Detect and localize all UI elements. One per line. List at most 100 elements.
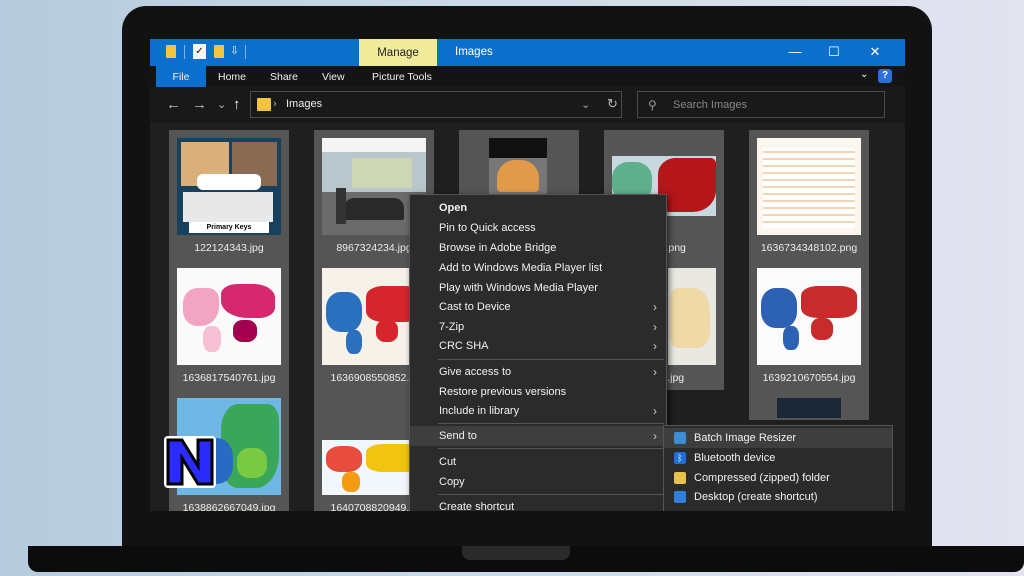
menu-item-adobe-bridge[interactable]: Browse in Adobe Bridge bbox=[410, 238, 666, 258]
folder-icon bbox=[257, 98, 271, 111]
ribbon-expand-icon[interactable]: ⌄ bbox=[860, 69, 868, 80]
menu-item-label: Give access to bbox=[439, 366, 512, 378]
file-tile[interactable] bbox=[749, 390, 869, 420]
image-thumbnail bbox=[177, 268, 281, 365]
tab-view[interactable]: View bbox=[322, 66, 345, 87]
thumbnail-caption: Primary Keys bbox=[189, 222, 269, 233]
menu-item-cast-to-device[interactable]: Cast to Device › bbox=[410, 297, 666, 317]
menu-item-send-to[interactable]: Send to › bbox=[410, 426, 666, 446]
help-icon[interactable]: ? bbox=[878, 69, 892, 83]
customize-toolbar-icon[interactable]: ⇩ bbox=[230, 44, 239, 57]
close-button[interactable]: ✕ bbox=[860, 42, 890, 62]
file-name: 1638862667049.jpg bbox=[182, 502, 276, 511]
image-thumbnail bbox=[757, 138, 861, 235]
menu-item-give-access[interactable]: Give access to › bbox=[410, 362, 666, 382]
tab-home[interactable]: Home bbox=[218, 66, 246, 87]
laptop-notch bbox=[462, 546, 570, 560]
chevron-right-icon: › bbox=[273, 98, 277, 110]
menu-item-add-wmp-list[interactable]: Add to Windows Media Player list bbox=[410, 258, 666, 278]
forward-button[interactable]: → bbox=[192, 96, 207, 113]
menu-divider bbox=[438, 359, 664, 360]
file-tile[interactable]: 1639210670554.jpg bbox=[749, 260, 869, 390]
search-input[interactable]: ⚲ Search Images bbox=[637, 91, 885, 118]
submenu-item-label: Compressed (zipped) folder bbox=[694, 472, 830, 484]
menu-divider bbox=[438, 448, 664, 449]
menu-divider bbox=[438, 423, 664, 424]
send-to-submenu: Batch Image Resizer ᛒ Bluetooth device Co… bbox=[663, 425, 893, 511]
new-folder-icon[interactable] bbox=[214, 45, 224, 58]
menu-item-restore-versions[interactable]: Restore previous versions bbox=[410, 382, 666, 402]
image-thumbnail: Primary Keys bbox=[177, 138, 281, 235]
address-row: ← → ⌄ ↑ › Images ⌄ ↻ ⚲ Search Images bbox=[150, 87, 905, 123]
channel-logo bbox=[164, 436, 216, 488]
properties-check-icon[interactable]: ✓ bbox=[193, 44, 206, 59]
minimize-button[interactable]: — bbox=[780, 42, 810, 62]
chevron-right-icon: › bbox=[653, 339, 657, 353]
menu-item-copy[interactable]: Copy bbox=[410, 472, 666, 492]
menu-item-include-library[interactable]: Include in library › bbox=[410, 401, 666, 421]
menu-item-label: 7-Zip bbox=[439, 321, 465, 333]
menu-item-label: Send to bbox=[439, 430, 477, 442]
menu-item-7zip[interactable]: 7-Zip › bbox=[410, 317, 666, 337]
recent-locations-icon[interactable]: ⌄ bbox=[217, 98, 226, 111]
ribbon: File Home Share View Picture Tools ⌄ ? bbox=[150, 66, 905, 87]
menu-divider bbox=[438, 494, 664, 495]
file-tile[interactable]: Primary Keys 122124343.jpg bbox=[169, 130, 289, 260]
tab-share[interactable]: Share bbox=[270, 66, 298, 87]
menu-item-play-wmp[interactable]: Play with Windows Media Player bbox=[410, 278, 666, 298]
maximize-button[interactable]: ☐ bbox=[819, 42, 849, 62]
address-bar[interactable]: › Images ⌄ ↻ bbox=[250, 91, 622, 118]
image-thumbnail bbox=[668, 268, 716, 365]
toolbar-divider bbox=[245, 45, 246, 59]
folder-icon bbox=[166, 45, 176, 58]
submenu-item-label: Batch Image Resizer bbox=[694, 432, 797, 444]
address-path: Images bbox=[286, 98, 323, 110]
image-resizer-icon bbox=[674, 432, 686, 444]
desktop-icon bbox=[674, 491, 686, 503]
bluetooth-icon: ᛒ bbox=[674, 452, 686, 464]
chevron-down-icon[interactable]: ⌄ bbox=[581, 98, 590, 111]
submenu-item-batch-image-resizer[interactable]: Batch Image Resizer bbox=[664, 428, 892, 448]
toolbar-divider bbox=[184, 45, 185, 59]
submenu-item-compressed-folder[interactable]: Compressed (zipped) folder bbox=[664, 468, 892, 488]
explorer-window: ✓ ⇩ Manage Images — ☐ ✕ File Home Share … bbox=[150, 39, 905, 511]
file-tile[interactable]: 1636817540761.jpg bbox=[169, 260, 289, 390]
submenu-item-label: Bluetooth device bbox=[694, 452, 776, 464]
menu-item-label: Cast to Device bbox=[439, 301, 511, 313]
title-bar: ✓ ⇩ Manage Images — ☐ ✕ bbox=[150, 39, 905, 66]
file-tile[interactable]: 1636734348102.png bbox=[749, 130, 869, 260]
image-thumbnail bbox=[757, 268, 861, 365]
file-name: 1636817540761.jpg bbox=[182, 372, 276, 384]
image-thumbnail bbox=[777, 398, 841, 418]
chevron-right-icon: › bbox=[653, 429, 657, 443]
menu-item-create-shortcut[interactable]: Create shortcut bbox=[410, 497, 666, 511]
file-name: 1639210670554.jpg bbox=[762, 372, 856, 384]
search-placeholder: Search Images bbox=[673, 99, 747, 111]
image-thumbnail bbox=[489, 138, 547, 194]
tab-manage[interactable]: Manage bbox=[359, 39, 437, 66]
menu-item-open[interactable]: Open bbox=[410, 198, 666, 218]
zip-folder-icon bbox=[674, 472, 686, 484]
submenu-item-desktop-shortcut[interactable]: Desktop (create shortcut) bbox=[664, 487, 892, 507]
refresh-icon[interactable]: ↻ bbox=[607, 96, 618, 112]
menu-item-crc-sha[interactable]: CRC SHA › bbox=[410, 336, 666, 356]
submenu-item-bluetooth[interactable]: ᛒ Bluetooth device bbox=[664, 448, 892, 468]
chevron-right-icon: › bbox=[653, 404, 657, 418]
submenu-item-label: Desktop (create shortcut) bbox=[694, 491, 818, 503]
menu-item-cut[interactable]: Cut bbox=[410, 452, 666, 472]
menu-item-pin-quick-access[interactable]: Pin to Quick access bbox=[410, 218, 666, 238]
chevron-right-icon: › bbox=[653, 365, 657, 379]
chevron-right-icon: › bbox=[653, 300, 657, 314]
search-icon: ⚲ bbox=[648, 98, 657, 112]
back-button[interactable]: ← bbox=[166, 96, 181, 113]
menu-item-label: Include in library bbox=[439, 405, 520, 417]
file-name: 122124343.jpg bbox=[194, 242, 264, 254]
up-button[interactable]: ↑ bbox=[233, 96, 241, 113]
tab-picture-tools[interactable]: Picture Tools bbox=[372, 66, 432, 87]
chevron-right-icon: › bbox=[653, 320, 657, 334]
window-title: Images bbox=[455, 46, 493, 58]
menu-item-label: CRC SHA bbox=[439, 340, 489, 352]
tab-file[interactable]: File bbox=[156, 66, 206, 87]
context-menu: Open Pin to Quick access Browse in Adobe… bbox=[409, 194, 667, 511]
file-name: 1636734348102.png bbox=[760, 242, 858, 254]
